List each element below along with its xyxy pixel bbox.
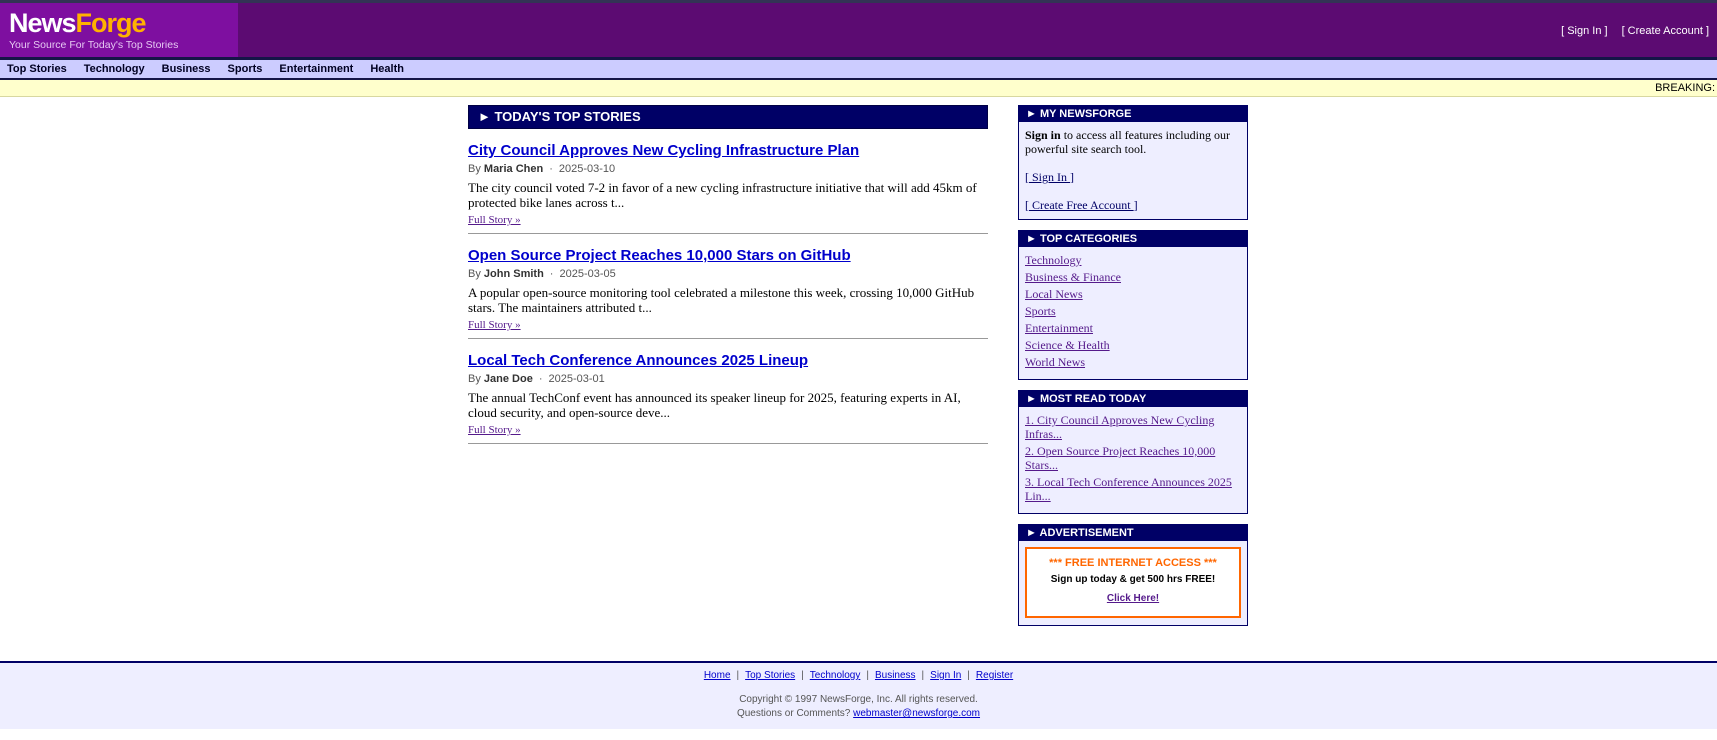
most-read-box: ► MOST READ TODAY 1. City Council Approv… xyxy=(1018,390,1248,514)
category-link-entertainment[interactable]: Entertainment xyxy=(1025,321,1093,335)
top-categories-box: ► TOP CATEGORIES Technology Business & F… xyxy=(1018,230,1248,380)
story-title-link[interactable]: City Council Approves New Cycling Infras… xyxy=(468,142,988,159)
main-nav: Top Stories Technology Business Sports E… xyxy=(0,60,1717,78)
logo-news: News xyxy=(9,8,77,38)
sidebar-sign-in-line: [ Sign In ] xyxy=(1025,170,1075,184)
site-tagline: Your Source For Today's Top Stories xyxy=(9,39,179,51)
story-byline: By Maria Chen · 2025-03-10 xyxy=(468,163,616,175)
story-item: Local Tech Conference Announces 2025 Lin… xyxy=(468,339,988,444)
category-link-local-news[interactable]: Local News xyxy=(1025,287,1083,301)
most-read-link[interactable]: 1. City Council Approves New Cycling Inf… xyxy=(1025,413,1214,441)
story-summary: A popular open-source monitoring tool ce… xyxy=(468,285,975,315)
sidebar: ► MY NEWSFORGE Sign in to access all fea… xyxy=(1018,105,1248,636)
advertisement-box: ► ADVERTISEMENT *** FREE INTERNET ACCESS… xyxy=(1018,524,1248,626)
category-link-business-finance[interactable]: Business & Finance xyxy=(1025,270,1121,284)
category-link-technology[interactable]: Technology xyxy=(1025,253,1081,267)
story-summary: The city council voted 7-2 in favor of a… xyxy=(468,180,977,210)
story-item: Open Source Project Reaches 10,000 Stars… xyxy=(468,234,988,339)
story-title-link[interactable]: Open Source Project Reaches 10,000 Stars… xyxy=(468,247,988,264)
webmaster-email-link[interactable]: webmaster@newsforge.com xyxy=(853,708,980,719)
categories-list: Technology Business & Finance Local News… xyxy=(1019,247,1247,379)
advertisement-heading: ► ADVERTISEMENT xyxy=(1019,525,1247,541)
nav-entertainment[interactable]: Entertainment xyxy=(279,63,353,75)
nav-technology[interactable]: Technology xyxy=(84,63,145,75)
contact-line: Questions or Comments? webmaster@newsfor… xyxy=(736,708,981,719)
sidebar-create-account-link[interactable]: Create Free Account xyxy=(1029,198,1134,212)
top-categories-heading: ► TOP CATEGORIES xyxy=(1019,231,1247,247)
most-read-link[interactable]: 2. Open Source Project Reaches 10,000 St… xyxy=(1025,444,1215,472)
sidebar-create-account-line: [ Create Free Account ] xyxy=(1025,198,1138,212)
nav-top-stories[interactable]: Top Stories xyxy=(7,63,67,75)
full-story-link[interactable]: Full Story » xyxy=(468,424,521,436)
story-byline: By Jane Doe · 2025-03-01 xyxy=(468,373,605,385)
most-read-link[interactable]: 3. Local Tech Conference Announces 2025 … xyxy=(1025,475,1232,503)
story-author: Maria Chen xyxy=(483,163,544,175)
site-footer: Home | Top Stories | Technology | Business | Sig… xyxy=(0,661,1717,729)
story-date: 2025-03-10 xyxy=(558,163,616,175)
footer-top-stories-link[interactable]: Top Stories xyxy=(745,670,795,681)
breaking-label: BREAKING: xyxy=(1655,82,1715,94)
copyright-text: Copyright © 1997 NewsForge, Inc. All rig… xyxy=(739,694,978,705)
footer-sign-in-link[interactable]: Sign In xyxy=(930,670,961,681)
ad-banner: *** FREE INTERNET ACCESS *** Sign up tod… xyxy=(1025,547,1241,618)
story-date: 2025-03-05 xyxy=(559,268,616,280)
site-header: NewsForge Your Source For Today's Top St… xyxy=(0,3,1717,57)
story-summary: The annual TechConf event has announced … xyxy=(468,390,961,420)
footer-business-link[interactable]: Business xyxy=(875,670,916,681)
nav-business[interactable]: Business xyxy=(162,63,211,75)
full-story-link[interactable]: Full Story » xyxy=(468,319,521,331)
nav-health[interactable]: Health xyxy=(370,63,404,75)
story-author: Jane Doe xyxy=(483,373,533,385)
header-account-links: [ Sign In ] [ Create Account ] xyxy=(1561,25,1709,37)
my-newsforge-box: ► MY NEWSFORGE Sign in to access all fea… xyxy=(1018,105,1248,220)
story-title-link[interactable]: Local Tech Conference Announces 2025 Lin… xyxy=(468,352,988,369)
nav-sports[interactable]: Sports xyxy=(228,63,263,75)
story-byline: By John Smith · 2025-03-05 xyxy=(468,268,616,280)
header-create-account-link[interactable]: [ Create Account ] xyxy=(1622,25,1709,37)
logo-area: NewsForge Your Source For Today's Top St… xyxy=(0,3,238,57)
logo-forge: Forge xyxy=(75,8,147,38)
header-sign-in-link[interactable]: [ Sign In ] xyxy=(1561,25,1607,37)
top-stories-heading: ► TODAY'S TOP STORIES xyxy=(468,105,988,129)
ad-text: Sign up today & get 500 hrs FREE! xyxy=(1050,574,1216,585)
site-logo[interactable]: NewsForge xyxy=(9,3,238,37)
page-content: ► TODAY'S TOP STORIES City Council Appro… xyxy=(0,97,1717,652)
category-link-science-health[interactable]: Science & Health xyxy=(1025,338,1110,352)
category-link-world-news[interactable]: World News xyxy=(1025,355,1085,369)
breaking-news-bar: BREAKING: xyxy=(0,80,1717,97)
my-newsforge-heading: ► MY NEWSFORGE xyxy=(1019,106,1247,122)
sign-in-prompt: Sign in to access all features including… xyxy=(1025,128,1230,156)
ad-headline: *** FREE INTERNET ACCESS *** xyxy=(1049,557,1217,569)
story-date: 2025-03-01 xyxy=(548,373,605,385)
footer-home-link[interactable]: Home xyxy=(704,670,731,681)
my-newsforge-body: Sign in to access all features including… xyxy=(1019,122,1247,219)
story-author: John Smith xyxy=(483,268,544,280)
most-read-heading: ► MOST READ TODAY xyxy=(1019,391,1247,407)
footer-technology-link[interactable]: Technology xyxy=(810,670,861,681)
most-read-list: 1. City Council Approves New Cycling Inf… xyxy=(1019,407,1247,513)
footer-register-link[interactable]: Register xyxy=(976,670,1013,681)
ad-click-link[interactable]: Click Here! xyxy=(1107,593,1159,604)
footer-links: Home | Top Stories | Technology | Business | Sig… xyxy=(703,670,1014,681)
story-item: City Council Approves New Cycling Infras… xyxy=(468,129,988,234)
category-link-sports[interactable]: Sports xyxy=(1025,304,1056,318)
main-column: ► TODAY'S TOP STORIES City Council Appro… xyxy=(468,105,988,444)
sidebar-sign-in-link[interactable]: Sign In xyxy=(1029,170,1070,184)
full-story-link[interactable]: Full Story » xyxy=(468,214,521,226)
advertisement-body: *** FREE INTERNET ACCESS *** Sign up tod… xyxy=(1019,541,1247,625)
